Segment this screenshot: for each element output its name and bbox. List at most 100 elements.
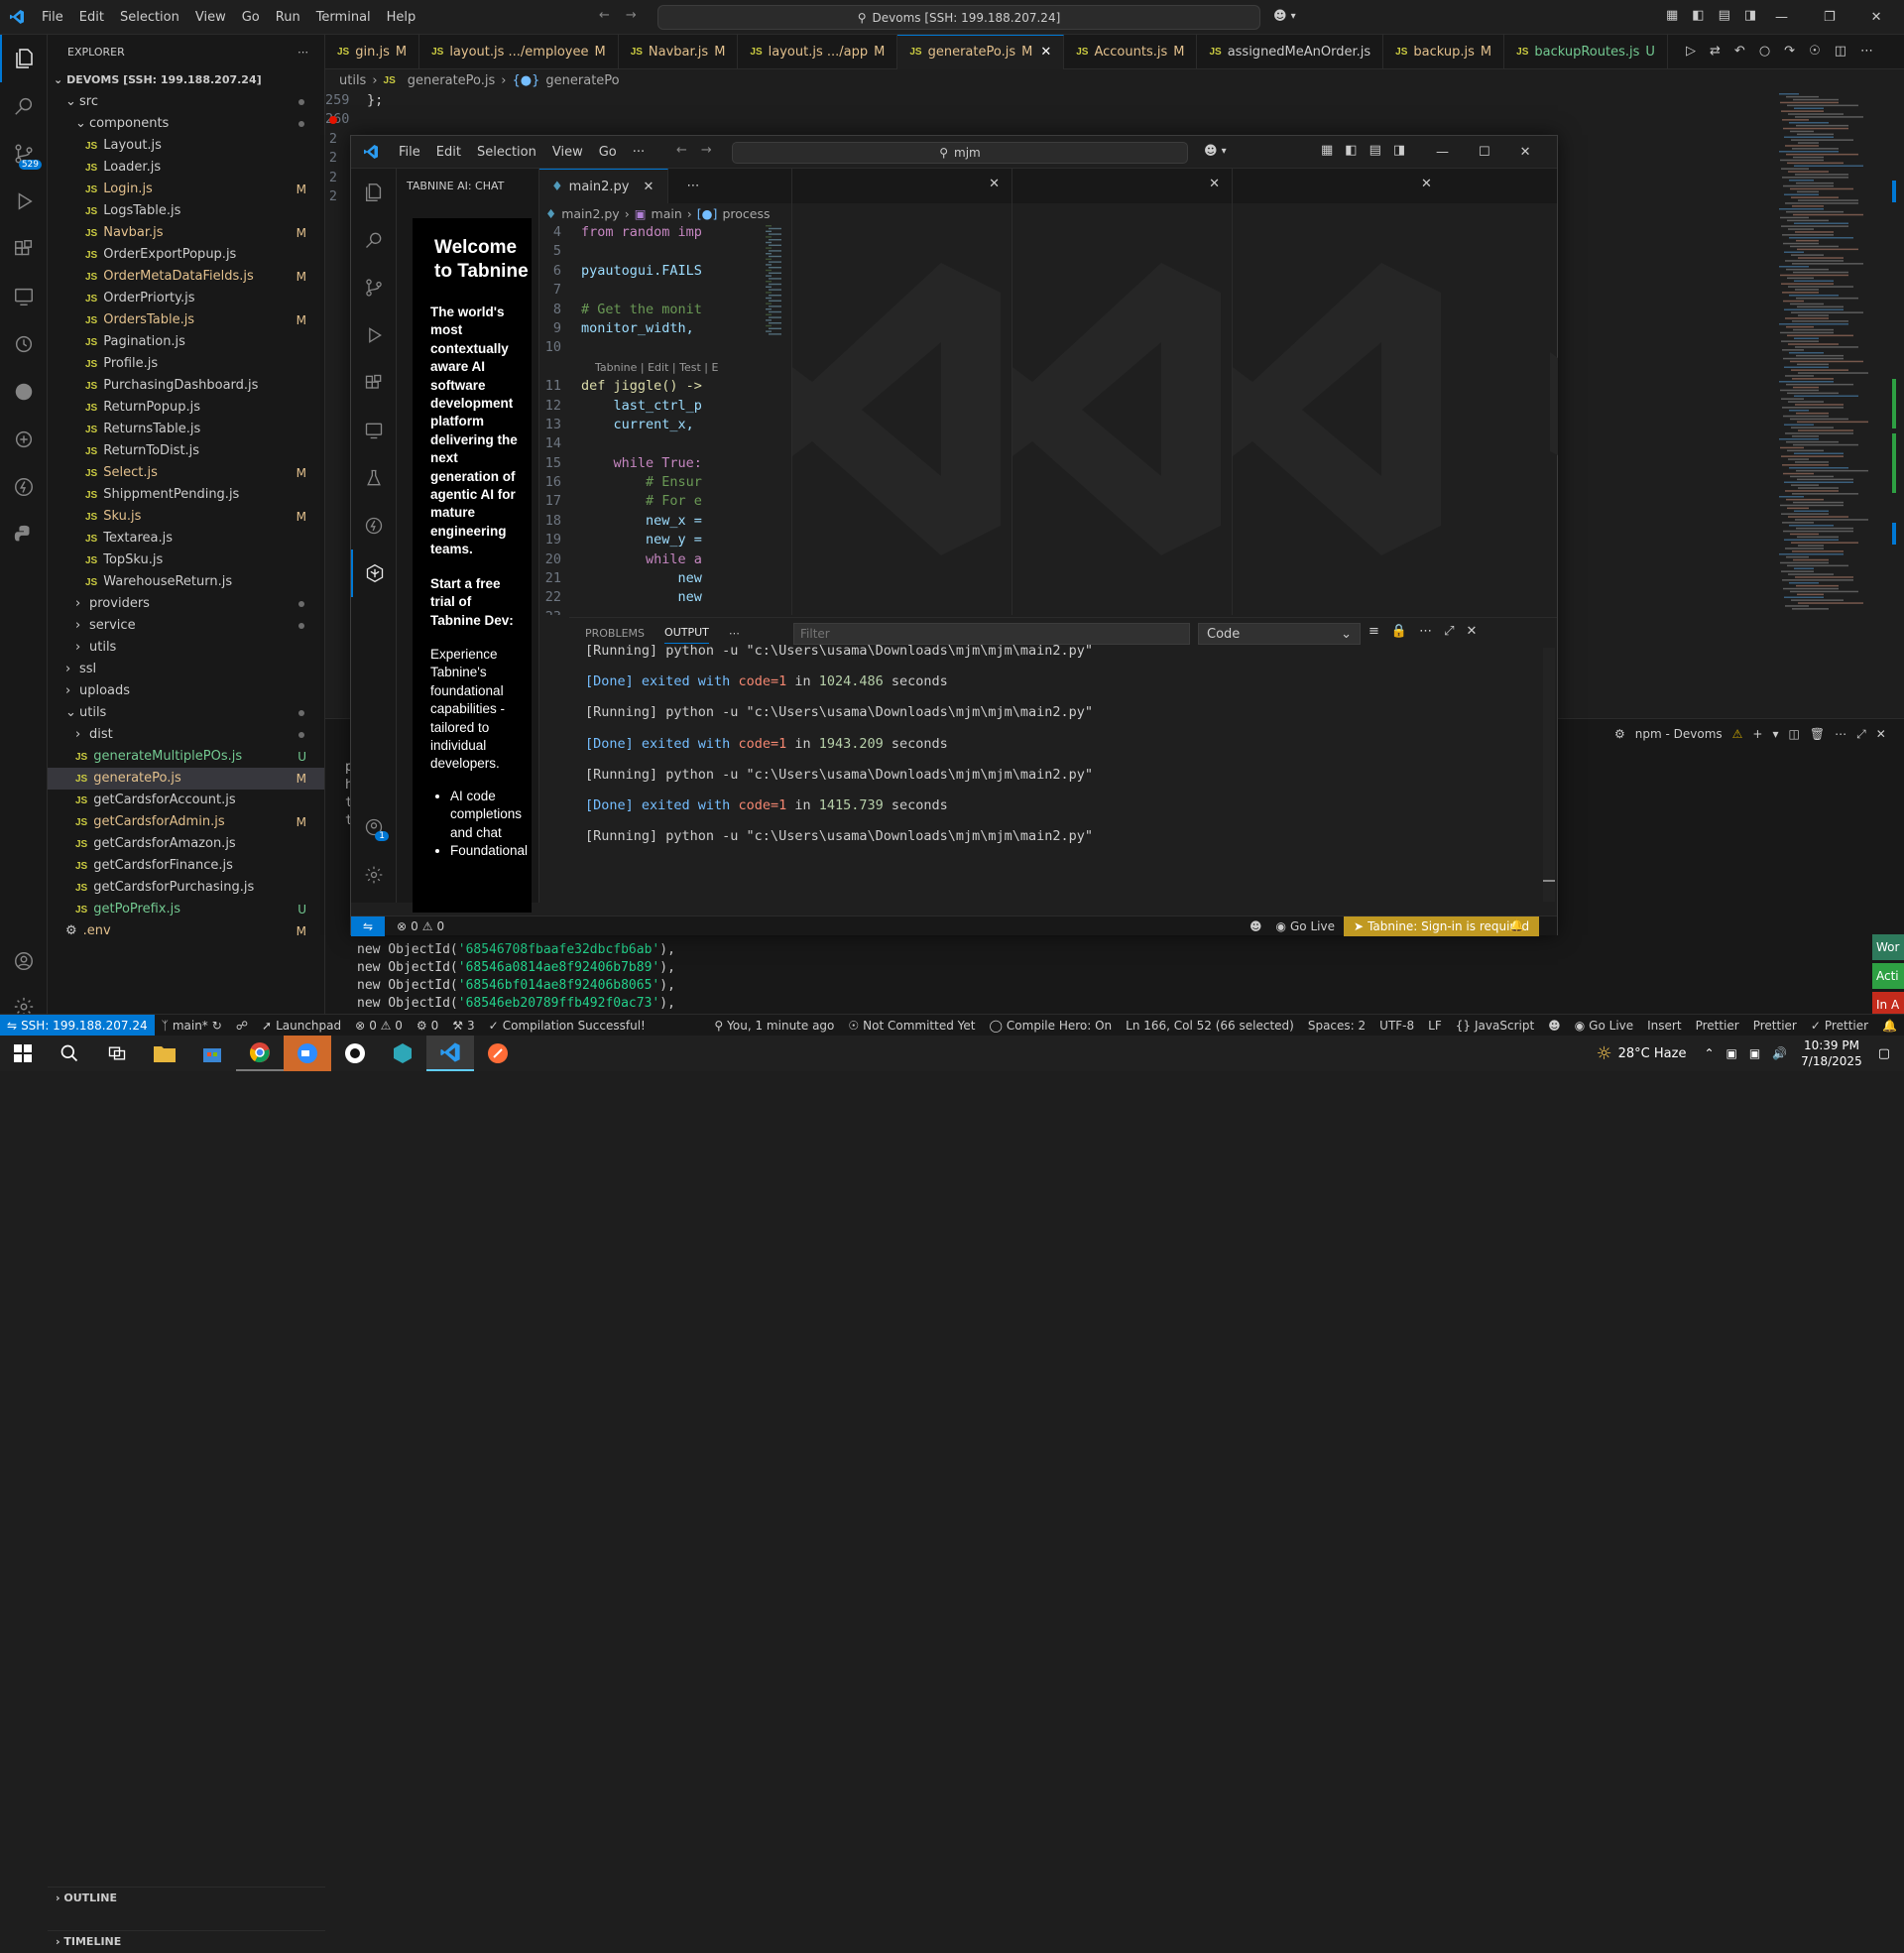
compilation-status[interactable]: ✓ Compilation Successful! [482, 1019, 653, 1033]
search-icon[interactable] [46, 1036, 93, 1071]
tray-app-icon[interactable]: ▣ [1726, 1046, 1737, 1060]
more-actions-icon[interactable]: ⋯ [1419, 624, 1432, 639]
file-item[interactable]: JS OrdersTable.js M [48, 309, 324, 331]
copilot-icon[interactable]: ☻ [1250, 919, 1262, 933]
file-item[interactable]: JS getCardsforFinance.js [48, 855, 324, 877]
file-item[interactable]: JS OrderMetaDataFields.js M [48, 266, 324, 288]
notification-center-icon[interactable]: ▢ [1878, 1046, 1904, 1061]
tasks-indicator[interactable]: ⚒ 3 [445, 1019, 481, 1033]
restore-icon[interactable]: ☐ [1479, 145, 1490, 160]
inner-code-editor[interactable]: 4 from random imp 5 6 pyautogui.FAILS 7 8 # Get… [539, 223, 791, 615]
timeline-circle-icon[interactable]: ☉ [1809, 44, 1821, 59]
sync-icon[interactable]: ↻ [212, 1019, 222, 1033]
file-item[interactable]: JS Navbar.js M [48, 222, 324, 244]
menu-go[interactable]: Go [234, 0, 268, 35]
workspace-root[interactable]: ⌄ DEVOMS [SSH: 199.188.207.24] [48, 69, 324, 91]
app-icon[interactable] [331, 1036, 379, 1071]
folder-item[interactable]: › utils [48, 637, 324, 659]
notifications-bell-icon[interactable]: 🔔 [1875, 1019, 1904, 1033]
database-icon[interactable] [0, 416, 48, 463]
folder-item[interactable]: › providers [48, 593, 324, 615]
explorer-icon[interactable] [351, 169, 397, 216]
tab-main2-py[interactable]: ♦ main2.py ✕ [539, 169, 668, 203]
remote-explorer-icon[interactable] [351, 407, 397, 454]
extensions-icon[interactable] [351, 359, 397, 407]
breadcrumb-folder[interactable]: utils [339, 73, 366, 88]
volume-icon[interactable]: 🔊 [1772, 1046, 1787, 1060]
folder-item[interactable]: › uploads [48, 680, 324, 702]
file-item[interactable]: JS Sku.js M [48, 506, 324, 528]
editor-tab[interactable]: JS backupRoutes.js U [1504, 34, 1668, 69]
breadcrumb-file[interactable]: main2.py [561, 206, 620, 221]
toggle-secondary-sidebar-icon[interactable]: ◨ [1393, 143, 1405, 158]
file-item[interactable]: JS ShippmentPending.js [48, 484, 324, 506]
inner-menu-item[interactable]: Go [591, 136, 625, 169]
source-control-icon[interactable] [351, 264, 397, 311]
breadcrumb-file[interactable]: generatePo.js [408, 73, 496, 88]
file-item[interactable]: JS WarehouseReturn.js [48, 571, 324, 593]
live-share-icon[interactable] [0, 368, 48, 416]
folder-item[interactable]: › ssl [48, 659, 324, 680]
end-of-line[interactable]: LF [1421, 1019, 1449, 1033]
file-item[interactable]: JS ReturnsTable.js [48, 419, 324, 440]
revert-icon[interactable]: ↶ [1734, 44, 1745, 59]
file-item[interactable]: JS ReturnPopup.js [48, 397, 324, 419]
breadcrumb-symbol[interactable]: generatePo [545, 73, 619, 88]
timeline-icon[interactable] [0, 320, 48, 368]
breadcrumb-symbol[interactable]: process [722, 206, 770, 221]
forward-arrow-icon[interactable]: → [626, 8, 637, 23]
minimap[interactable] [1775, 91, 1884, 617]
problems-indicator[interactable]: ⊗ 0 ⚠ 0 [348, 1019, 410, 1033]
search-icon[interactable] [0, 82, 48, 130]
prettier-status[interactable]: Prettier [1689, 1019, 1746, 1033]
output-log[interactable]: [Running] python -u "c:\Users\usama\Down… [585, 642, 1537, 846]
circle-icon[interactable]: ○ [1759, 44, 1770, 59]
weather-widget[interactable]: ☼ 28°C Haze [1597, 1043, 1705, 1064]
forward-circle-icon[interactable]: ↷ [1784, 44, 1795, 59]
more-actions-icon[interactable]: ⋯ [1835, 727, 1846, 741]
trash-icon[interactable]: 🗑 [1810, 727, 1825, 741]
editor-tab[interactable]: JS layout.js .../employee M [419, 34, 619, 69]
inner-minimap[interactable] [764, 225, 789, 344]
close-tab-icon[interactable]: ✕ [644, 180, 654, 194]
menu-file[interactable]: File [34, 0, 71, 35]
ms-store-icon[interactable] [188, 1036, 236, 1071]
toggle-secondary-sidebar-icon[interactable]: ◨ [1744, 8, 1756, 23]
toggle-panel-icon[interactable]: ▤ [1369, 143, 1381, 158]
file-item[interactable]: JS OrderExportPopup.js [48, 244, 324, 266]
explorer-icon[interactable] [0, 35, 48, 82]
outline-section[interactable]: › OUTLINE [48, 1887, 325, 1908]
file-item[interactable]: JS getCardsforAccount.js [48, 790, 324, 811]
editor-group-2[interactable]: ✕ [773, 169, 1012, 615]
close-window-icon[interactable]: ✕ [1520, 145, 1531, 160]
notifications-bell-icon[interactable]: 🔔 [1509, 918, 1524, 932]
split-editor-icon[interactable]: ◫ [1835, 44, 1846, 59]
network-icon[interactable]: ▣ [1749, 1046, 1760, 1060]
encoding[interactable]: UTF-8 [1372, 1019, 1421, 1033]
search-icon[interactable] [351, 216, 397, 264]
menu-run[interactable]: Run [268, 0, 308, 35]
tab-more-icon[interactable]: ⋯ [668, 179, 718, 193]
file-explorer-icon[interactable] [141, 1036, 188, 1071]
task-view-icon[interactable] [93, 1036, 141, 1071]
customize-layout-icon[interactable]: ▦ [1666, 8, 1678, 23]
file-item[interactable]: JS getCardsforAdmin.js M [48, 811, 324, 833]
file-item[interactable]: JS OrderPriorty.js [48, 288, 324, 309]
menu-terminal[interactable]: Terminal [308, 0, 379, 35]
indentation[interactable]: Spaces: 2 [1301, 1019, 1372, 1033]
file-item[interactable]: JS Login.js M [48, 179, 324, 200]
menu-help[interactable]: Help [379, 0, 424, 35]
menu-view[interactable]: View [187, 0, 234, 35]
copilot-icon[interactable]: ☻ [1541, 1019, 1568, 1033]
inner-menu-item[interactable]: ··· [625, 136, 653, 169]
back-arrow-icon[interactable]: ← [676, 143, 687, 158]
back-arrow-icon[interactable]: ← [599, 8, 610, 23]
accounts-icon[interactable] [0, 937, 48, 985]
remote-indicator[interactable]: ⇋ [351, 915, 385, 936]
command-center[interactable]: ⚲ Devoms [SSH: 199.188.207.24] [657, 5, 1260, 30]
terminal-name[interactable]: npm - Devoms [1635, 727, 1723, 741]
lightning-icon[interactable] [351, 502, 397, 549]
editor-tab[interactable]: JS layout.js .../app M [738, 34, 898, 69]
remote-explorer-icon[interactable] [0, 273, 48, 320]
prettier-status[interactable]: Prettier [1746, 1019, 1804, 1033]
